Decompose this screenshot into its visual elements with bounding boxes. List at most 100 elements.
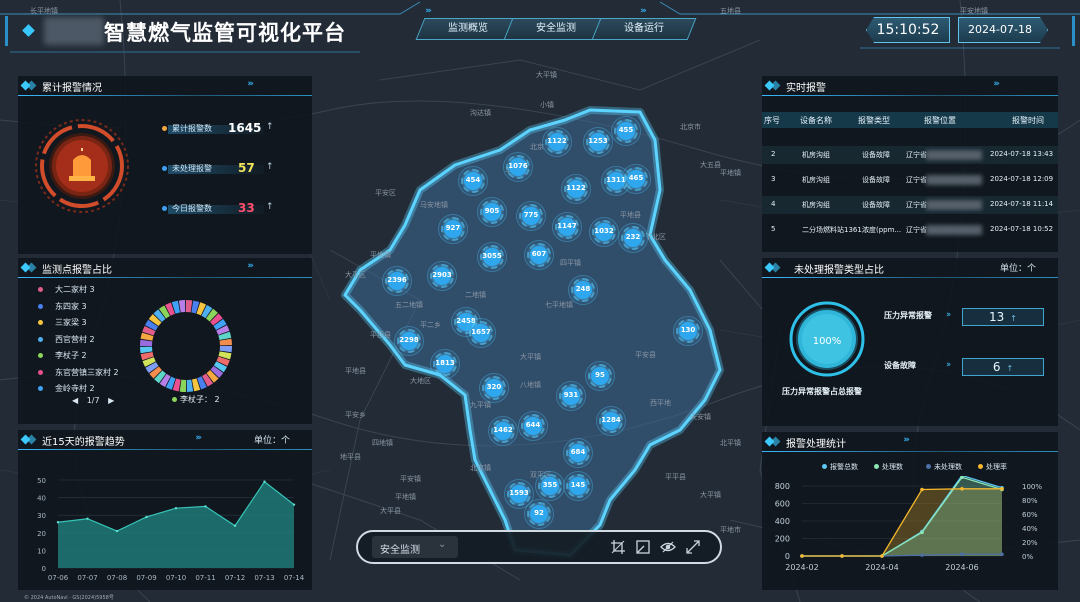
donut-slice[interactable]	[201, 305, 213, 319]
crop-icon[interactable]	[610, 539, 626, 555]
donut-slice[interactable]	[140, 332, 154, 341]
y-tick-label: 600	[775, 500, 790, 509]
map-place-label: 小镇	[540, 101, 554, 109]
panel-pending-ratio: 未处理报警类型占比 单位：个 100% 压力异常报警占总报警 压力异常报警 ››…	[762, 258, 1058, 426]
y-tick-label: 400	[775, 517, 790, 526]
cell-device: 机房沟组	[802, 151, 830, 159]
donut-slice[interactable]	[154, 370, 167, 384]
pager-prev-icon[interactable]: ◀	[72, 396, 78, 405]
donut-slice[interactable]	[191, 300, 200, 314]
map-place-label: 平地镇	[370, 251, 391, 259]
donut-slice[interactable]	[210, 365, 224, 378]
legend-label: 大二家村 3	[55, 285, 95, 294]
series-point[interactable]	[1000, 487, 1004, 491]
donut-slice[interactable]	[140, 351, 154, 361]
trend-point[interactable]	[115, 529, 119, 533]
trend-point[interactable]	[292, 503, 296, 506]
donut-slice[interactable]	[142, 325, 156, 336]
panel-header: 报警处理统计 ›››	[762, 432, 1058, 452]
series-point[interactable]	[920, 487, 924, 492]
legend-item[interactable]: 未处理数	[926, 462, 962, 472]
series-point[interactable]	[960, 552, 964, 557]
legend-label: 李杖子 2	[55, 351, 87, 360]
donut-slice[interactable]	[191, 378, 201, 392]
trend-point[interactable]	[233, 524, 237, 527]
donut-slice[interactable]	[153, 309, 166, 323]
trend-point[interactable]	[174, 506, 178, 510]
trend-point[interactable]	[145, 515, 148, 519]
donut-slice[interactable]	[209, 313, 223, 326]
map-attribution: © 2024 AutoNavi · GS(2024)5958号	[24, 595, 114, 601]
donut-slice[interactable]	[206, 369, 219, 383]
series-point[interactable]	[800, 554, 804, 558]
tab-device-operation[interactable]: 设备运行	[591, 18, 697, 40]
donut-slice[interactable]	[148, 314, 162, 327]
fullscreen-icon[interactable]	[685, 539, 701, 555]
trend-point[interactable]	[263, 480, 266, 483]
trend-area-chart[interactable]: 0 10 20 30 40 50 07-06 07-07 07-08 07-09 07-10 07-1…	[18, 472, 312, 588]
marker-count: 1032	[594, 227, 614, 235]
legend-label: 报警总数	[830, 463, 858, 471]
panel-header: 未处理报警类型占比 单位：个	[762, 258, 1058, 278]
donut-slice[interactable]	[145, 361, 159, 374]
pager-next-icon[interactable]: ▶	[108, 396, 114, 405]
donut-slice[interactable]	[218, 351, 232, 360]
donut-slice[interactable]	[145, 319, 159, 331]
donut-slice[interactable]	[201, 373, 214, 387]
donut-slice[interactable]	[213, 318, 227, 331]
panel-title: 报警处理统计	[786, 439, 846, 450]
series-point[interactable]	[880, 554, 884, 558]
donut-slice[interactable]	[216, 325, 230, 335]
legend-item[interactable]: 处理率	[978, 462, 1007, 472]
marker-count: 905	[484, 207, 500, 215]
expand-box-icon[interactable]	[635, 539, 651, 555]
donut-slice[interactable]	[197, 376, 207, 390]
stats-line-chart[interactable]: 0 200 400 600 800 0% 20% 40% 60% 80% 100% 2024-02 20…	[762, 476, 1058, 590]
legend-pager[interactable]: ◀ 1/7 ▶	[72, 396, 114, 405]
point-donut-chart[interactable]	[136, 296, 236, 396]
layer-select[interactable]: 安全监测 ⌄	[372, 536, 458, 558]
donut-slice[interactable]	[218, 331, 232, 341]
map-place-label: 平安区	[375, 189, 396, 197]
donut-slice[interactable]	[172, 378, 181, 392]
marker-count: 1657	[471, 328, 491, 336]
trend-point[interactable]	[86, 517, 89, 520]
location-redacted-blur	[926, 175, 982, 185]
panel-header: 实时报警 ›››	[762, 76, 1058, 96]
donut-slice[interactable]	[216, 356, 230, 367]
trend-point[interactable]	[56, 521, 60, 524]
trend-point[interactable]	[204, 505, 207, 508]
donut-slice[interactable]	[213, 361, 227, 373]
legend-swatch	[38, 353, 43, 358]
donut-slice[interactable]	[165, 376, 176, 390]
legend-item[interactable]: 处理数	[874, 462, 903, 472]
table-row[interactable]: 4 机房沟组 设备故障 辽宁省 2024-07-18 11:14	[762, 196, 1058, 214]
series-point[interactable]	[920, 553, 924, 557]
donut-slice[interactable]	[149, 366, 163, 379]
donut-slice[interactable]	[159, 373, 171, 387]
donut-slice[interactable]	[205, 308, 218, 322]
table-row[interactable]: 3 机房沟组 设备故障 辽宁省 2024-07-18 12:09	[762, 171, 1058, 189]
donut-slice[interactable]	[196, 302, 207, 316]
series-point[interactable]	[840, 554, 844, 558]
map-place-label: 平平县	[665, 473, 686, 481]
panel-header: 监测点报警占比 ›››	[18, 258, 312, 278]
panel-title: 实时报警	[786, 83, 826, 94]
y-tick-label: 50	[37, 477, 46, 485]
series-point[interactable]	[960, 487, 964, 491]
map-place-label: 大平区	[345, 271, 366, 279]
donut-slice[interactable]	[171, 300, 181, 314]
donut-slice[interactable]	[165, 302, 175, 316]
eye-icon[interactable]	[660, 539, 676, 555]
series-point[interactable]	[1000, 552, 1004, 557]
table-row[interactable]: 5 二分场燃料站1361... 浓度(ppm... 辽宁省 2024-07-18 10:…	[762, 221, 1058, 239]
marker-count: 1462	[493, 426, 513, 434]
chevron-right-icon: ›››	[247, 261, 254, 271]
donut-slice[interactable]	[158, 305, 171, 319]
series-point[interactable]	[920, 530, 924, 535]
map-place-label: 大平县	[380, 507, 401, 515]
marker-count: 355	[542, 481, 558, 489]
donut-slice[interactable]	[142, 357, 156, 367]
table-row[interactable]: 2 机房沟组 设备故障 辽宁省 2024-07-18 13:43	[762, 146, 1058, 164]
legend-item[interactable]: 报警总数	[822, 462, 858, 472]
